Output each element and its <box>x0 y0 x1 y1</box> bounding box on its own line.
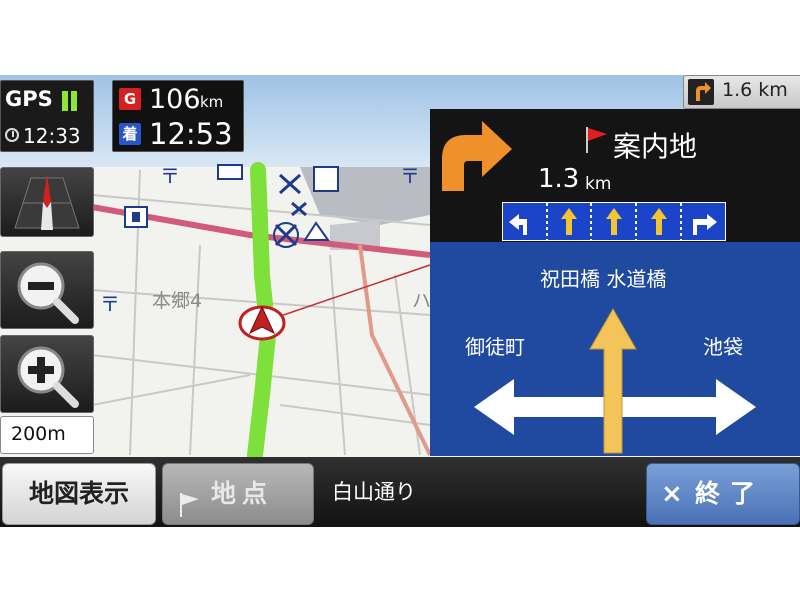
sign-straight-destination: 祝田橋 水道橋 <box>540 267 667 291</box>
svg-text:〒: 〒 <box>100 292 120 316</box>
zoom-out-icon <box>17 262 79 324</box>
zoom-out-button[interactable] <box>0 251 94 329</box>
clock-icon <box>5 128 19 142</box>
turn-right-icon <box>688 79 714 105</box>
scale-value: 200m <box>11 423 66 445</box>
turn-right-arrow-icon <box>442 121 512 191</box>
lane-straight-arrow-icon <box>561 208 577 235</box>
remaining-distance: 106 <box>149 84 201 115</box>
signboard-arrows-icon <box>474 307 756 454</box>
turn-distance: 1.3 <box>538 164 580 194</box>
compass-icon <box>14 174 80 230</box>
flag-icon <box>583 125 611 159</box>
end-guidance-button[interactable]: × 終了 <box>646 463 800 525</box>
lane-guidance <box>502 202 726 241</box>
point-button[interactable]: 地点 <box>162 463 314 525</box>
gps-label: GPS <box>5 87 53 111</box>
street-name: 白山通り <box>332 480 416 504</box>
lane-straight-arrow-icon <box>651 208 667 235</box>
map-display-button[interactable]: 地図表示 <box>2 463 156 525</box>
navigation-screen: 〒 〒 〒 本郷4 ハ GPS 12:33 G 106 km 着 12:53 1… <box>0 75 800 527</box>
map-scale: 200m <box>0 416 94 454</box>
current-time: 12:33 <box>23 124 81 148</box>
area-label: 本郷4 <box>152 290 202 312</box>
point-button-label: 地点 <box>211 479 274 508</box>
arrival-tag: 着 <box>119 123 141 145</box>
gps-signal-icon <box>62 91 80 115</box>
arrival-time: 12:53 <box>149 117 233 151</box>
flag-icon <box>177 481 203 527</box>
zoom-in-button[interactable] <box>0 335 94 413</box>
area-label-cut: ハ <box>412 290 431 312</box>
lane-straight-arrow-icon <box>606 208 622 235</box>
remaining-distance-tag: G <box>119 88 141 110</box>
next-turn-distance: 1.6 km <box>722 79 788 101</box>
svg-text:〒: 〒 <box>160 164 180 188</box>
destination-label: 案内地 <box>613 130 698 163</box>
zoom-in-icon <box>17 346 79 408</box>
lane-right-arrow-icon <box>693 214 717 235</box>
lane-left-arrow-icon <box>509 214 527 235</box>
turn-distance-unit: km <box>585 174 612 194</box>
end-button-label: 終了 <box>695 479 766 508</box>
remaining-distance-unit: km <box>200 93 224 111</box>
compass-button[interactable] <box>0 167 94 237</box>
svg-text:〒: 〒 <box>400 164 420 188</box>
close-icon: × <box>661 479 683 509</box>
arrival-info[interactable]: G 106 km 着 12:53 <box>112 80 244 152</box>
next-turn-indicator[interactable]: 1.6 km <box>683 75 800 109</box>
current-position-marker <box>238 305 286 341</box>
gps-status: GPS 12:33 <box>0 80 94 152</box>
